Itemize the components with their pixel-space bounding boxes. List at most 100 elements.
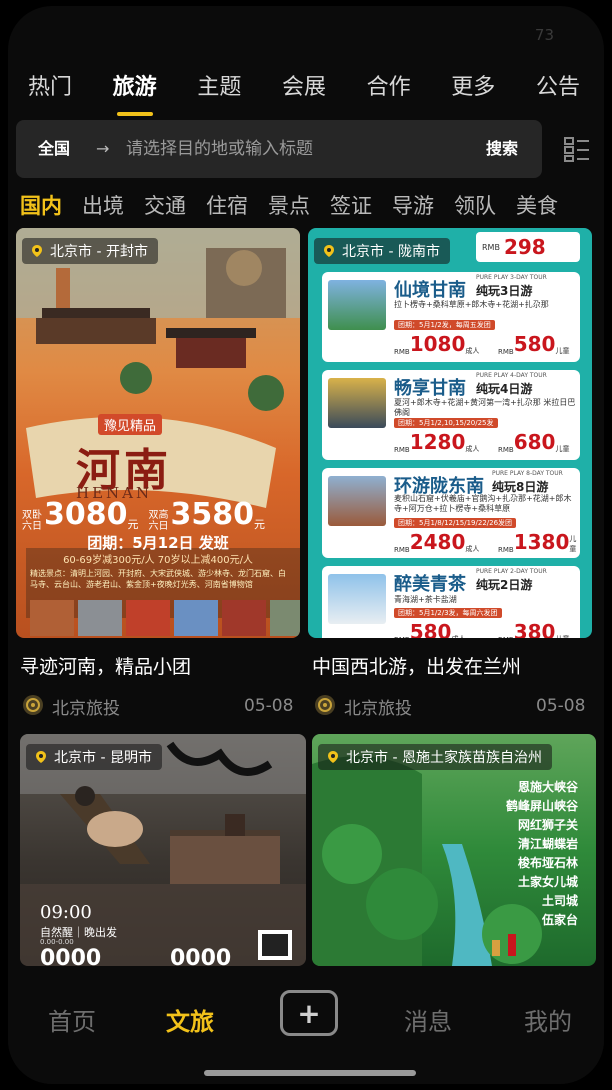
tab-cooperation[interactable]: 合作 bbox=[367, 68, 411, 110]
poster-price-b: 0000 bbox=[170, 946, 232, 966]
tab-more[interactable]: 更多 bbox=[451, 68, 495, 110]
poster-spot: 土家女儿城 bbox=[517, 875, 578, 889]
child-label: 儿童 bbox=[569, 535, 577, 553]
bottom-nav: 首页 文旅 + 消息 我的 bbox=[8, 966, 604, 1084]
location-pin-icon bbox=[36, 751, 46, 763]
category-attractions[interactable]: 景点 bbox=[268, 186, 310, 226]
tour-tag: 纯玩2日游 bbox=[476, 578, 533, 592]
adult-label: 成人 bbox=[465, 347, 480, 355]
adult-price: 580 bbox=[409, 620, 452, 638]
add-button[interactable]: + bbox=[280, 990, 338, 1036]
tour-route: 夏河+郎木寺+花湖+黄河第一湾+扎尕那 米拉日巴佛阁 bbox=[394, 398, 576, 417]
author-avatar-icon bbox=[23, 695, 43, 715]
poster-discount: 60-69岁减300元/人 70岁以上减400元/人 bbox=[63, 555, 253, 566]
search-button[interactable]: 搜索 bbox=[486, 120, 518, 178]
adult-price: 1080 bbox=[409, 332, 466, 356]
card-title[interactable]: 中国西北游，出发在兰州 bbox=[312, 652, 521, 679]
card-author[interactable]: 北京旅投 bbox=[344, 694, 412, 719]
region-selector[interactable]: 全国 bbox=[38, 120, 70, 178]
tour-name: 醉美青茶 bbox=[394, 574, 466, 595]
category-transport[interactable]: 交通 bbox=[144, 186, 186, 226]
category-guide[interactable]: 导游 bbox=[392, 186, 434, 226]
author-avatar-icon bbox=[315, 695, 335, 715]
status-indicator: 73 bbox=[534, 26, 554, 44]
category-visa[interactable]: 签证 bbox=[330, 186, 372, 226]
rmb-label: RMB bbox=[498, 446, 514, 454]
child-price: 680 bbox=[513, 430, 556, 454]
poster-price-a: 3080 bbox=[44, 497, 128, 532]
rmb-label: RMB bbox=[394, 636, 410, 638]
child-label: 儿童 bbox=[555, 347, 570, 355]
plus-icon: + bbox=[297, 996, 321, 1030]
location-badge: 北京市 - 陇南市 bbox=[314, 238, 450, 264]
category-tab-bar: 国内 出境 交通 住宿 景点 签证 导游 领队 美食 bbox=[8, 186, 604, 226]
tab-hot[interactable]: 热门 bbox=[28, 68, 72, 110]
tour-photo bbox=[328, 280, 386, 330]
rmb-label: RMB bbox=[394, 546, 410, 554]
child-price: 1380 bbox=[513, 530, 570, 554]
tour-tag: 纯玩3日游 bbox=[476, 284, 533, 298]
poster-spot: 恩施大峡谷 bbox=[517, 780, 578, 794]
card-image-enshi[interactable]: 恩施大峡谷 鹤峰屏山峡谷 网红狮子关 清江蝴蝶岩 梭布垭石林 土家女儿城 土司城… bbox=[312, 734, 596, 966]
adult-label: 成人 bbox=[465, 445, 480, 453]
tab-exhibition[interactable]: 会展 bbox=[282, 68, 326, 110]
tour-photo bbox=[328, 476, 386, 526]
poster-price-unit: 元 bbox=[254, 518, 265, 531]
card-author[interactable]: 北京旅投 bbox=[52, 694, 120, 719]
tour-block: 畅享甘南 PURE PLAY 4-DAY TOUR 纯玩4日游 夏河+郎木寺+花… bbox=[322, 370, 580, 460]
grid-list-icon[interactable] bbox=[564, 136, 590, 162]
category-domestic[interactable]: 国内 bbox=[20, 186, 62, 226]
tour-dates: 团期：5月1/8/12/15/19/22/26发团 bbox=[394, 518, 517, 528]
rmb-label: RMB bbox=[498, 636, 514, 638]
nav-messages[interactable]: 消息 bbox=[404, 1002, 452, 1037]
location-text: 北京市 - 开封市 bbox=[50, 244, 148, 260]
card-image-kunming[interactable]: 09:00 自然醒｜晚出发 0.00-0.00 0000 0000 北京市 - … bbox=[20, 734, 306, 966]
category-tour-leader[interactable]: 领队 bbox=[454, 186, 496, 226]
adult-label: 成人 bbox=[451, 634, 465, 638]
poster-price-unit: 元 bbox=[127, 518, 139, 531]
location-text: 北京市 - 昆明市 bbox=[54, 750, 152, 766]
tour-block: 环游陇东南 PURE PLAY 8-DAY TOUR 纯玩8日游 麦积山石窟+伏… bbox=[322, 468, 580, 558]
tour-block: 醉美青茶 PURE PLAY 2-DAY TOUR 纯玩2日游 青海湖+茶卡盐湖… bbox=[322, 566, 580, 638]
tour-en: PURE PLAY 4-DAY TOUR bbox=[476, 372, 547, 379]
card-image-gansu[interactable]: RMB 298 仙境甘南 PURE PLAY 3-DAY TOUR 纯玩3日游 … bbox=[308, 228, 592, 638]
app-screen: 73 热门 旅游 主题 会展 合作 更多 公告 全国 → 搜索 国内 出境 交通… bbox=[8, 6, 604, 1084]
search-input[interactable] bbox=[126, 132, 476, 166]
rmb-label: RMB bbox=[498, 348, 514, 356]
category-lodging[interactable]: 住宿 bbox=[206, 186, 248, 226]
location-text: 北京市 - 恩施土家族苗族自治州 bbox=[346, 750, 542, 766]
tour-child-price: RMB380儿童 bbox=[498, 620, 569, 638]
category-food[interactable]: 美食 bbox=[516, 186, 558, 226]
card-date: 05-08 bbox=[244, 696, 294, 716]
tour-tag: 纯玩8日游 bbox=[492, 480, 549, 494]
tab-announcement[interactable]: 公告 bbox=[536, 68, 580, 110]
tour-route: 青海湖+茶卡盐湖 bbox=[394, 595, 457, 604]
poster-spot: 伍家台 bbox=[541, 913, 578, 927]
tab-theme[interactable]: 主题 bbox=[197, 68, 241, 110]
card-image-henan[interactable]: 豫见精品 河南 HENAN 双卧 六日 3080 元 双高 六日 3580 元 … bbox=[16, 228, 300, 638]
search-row: 全国 → 搜索 bbox=[16, 120, 596, 180]
poster-small: 0.00-0.00 bbox=[40, 938, 74, 946]
tab-travel[interactable]: 旅游 bbox=[113, 68, 157, 116]
tour-en: PURE PLAY 8-DAY TOUR bbox=[492, 470, 563, 477]
poster-badge: 豫见精品 bbox=[98, 414, 163, 435]
nav-culture-travel[interactable]: 文旅 bbox=[166, 1002, 214, 1037]
adult-label: 成人 bbox=[465, 545, 480, 553]
tour-en: PURE PLAY 3-DAY TOUR bbox=[476, 274, 547, 281]
tour-child-price: RMB 580 儿童 bbox=[498, 332, 569, 356]
poster-spot: 梭布垭石林 bbox=[517, 856, 578, 870]
poster-spot-list: 恩施大峡谷 鹤峰屏山峡谷 网红狮子关 清江蝴蝶岩 梭布垭石林 土家女儿城 土司城… bbox=[506, 778, 578, 930]
poster-spot: 网红狮子关 bbox=[517, 818, 578, 832]
top-price-box: RMB 298 bbox=[476, 232, 580, 262]
category-outbound[interactable]: 出境 bbox=[82, 186, 124, 226]
card-title[interactable]: 寻迹河南，精品小团 bbox=[20, 652, 191, 679]
location-badge: 北京市 - 开封市 bbox=[22, 238, 158, 264]
tour-child-price: RMB 1380 儿童 bbox=[498, 530, 580, 554]
tour-adult-price: RMB 1280 成人 bbox=[394, 430, 479, 454]
nav-home[interactable]: 首页 bbox=[48, 1002, 96, 1037]
poster-price-a-label: 双卧 六日 bbox=[22, 510, 42, 532]
tour-tag: 纯玩4日游 bbox=[476, 382, 533, 396]
nav-profile[interactable]: 我的 bbox=[524, 1002, 572, 1037]
poster-highlights: 精选景点：清明上河园、开封府、大宋武侠城、游少林寺、龙门石窟、白马寺、云台山、游… bbox=[30, 569, 286, 589]
child-price: 380 bbox=[513, 620, 556, 638]
